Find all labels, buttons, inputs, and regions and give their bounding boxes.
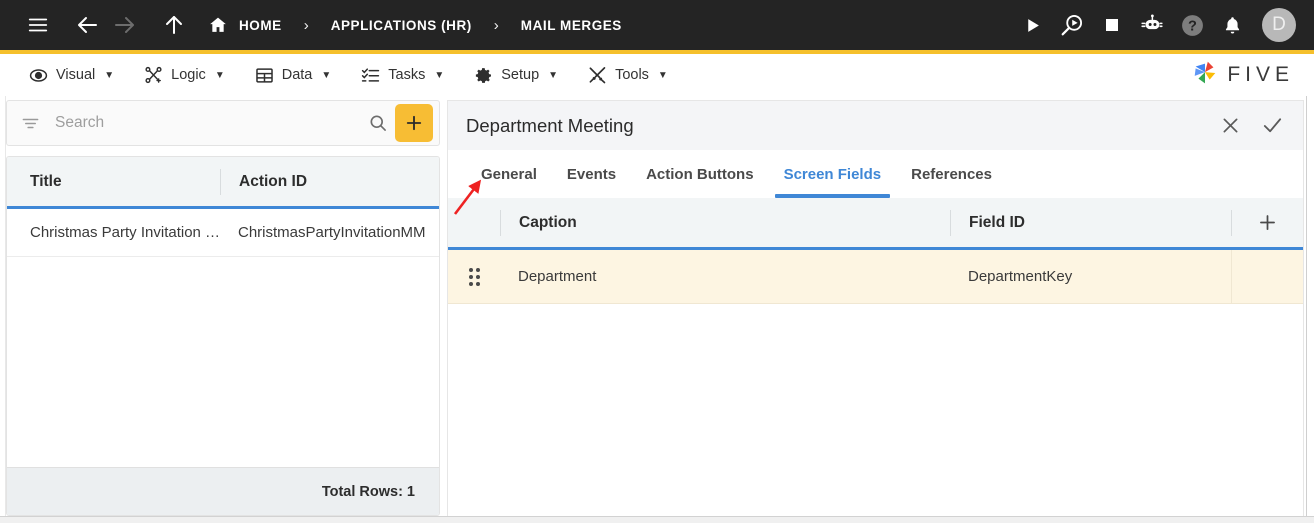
- tab-events[interactable]: Events: [552, 150, 631, 198]
- grid-body: Christmas Party Invitation … ChristmasPa…: [7, 209, 439, 467]
- five-pinwheel-logo: [1190, 58, 1220, 93]
- menu-visual[interactable]: Visual ▼: [14, 54, 129, 96]
- tab-screen-fields-label: Screen Fields: [783, 165, 882, 183]
- gear-icon: [474, 66, 493, 85]
- window-bottom-strip: [0, 516, 1314, 523]
- mail-merges-list-panel: Title Action ID Christmas Party Invitati…: [6, 100, 440, 516]
- data-grid-icon: [255, 66, 274, 85]
- table-row[interactable]: Christmas Party Invitation … ChristmasPa…: [7, 209, 439, 257]
- tools-icon: [588, 66, 607, 85]
- stop-icon[interactable]: [1092, 7, 1132, 43]
- svg-text:?: ?: [1188, 18, 1197, 34]
- top-navigation-bar: HOME › APPLICATIONS (HR) › MAIL MERGES ?…: [0, 0, 1314, 50]
- brand-logo: FIVE: [1190, 58, 1314, 93]
- eye-icon: [29, 66, 48, 85]
- tab-screen-fields[interactable]: Screen Fields: [769, 150, 897, 198]
- chevron-down-icon: ▼: [434, 69, 445, 81]
- screen-fields-body: Department DepartmentKey: [448, 250, 1303, 516]
- top-nav-actions: ? D: [1012, 0, 1314, 50]
- menu-tasks-label: Tasks: [388, 67, 426, 83]
- confirm-check-icon[interactable]: [1255, 109, 1289, 143]
- grid-header-row: Title Action ID: [7, 157, 439, 209]
- menu-data-label: Data: [281, 67, 313, 83]
- drag-handle-icon[interactable]: [448, 267, 500, 286]
- menu-data[interactable]: Data ▼: [240, 54, 347, 96]
- mail-merges-grid: Title Action ID Christmas Party Invitati…: [6, 156, 440, 516]
- cell-title: Christmas Party Invitation …: [30, 224, 220, 241]
- menu-tools-label: Tools: [615, 67, 649, 83]
- arrow-right-icon[interactable]: [106, 7, 142, 43]
- breadcrumb: HOME › APPLICATIONS (HR) › MAIL MERGES: [206, 7, 622, 43]
- detail-panel: Department Meeting General Events Action…: [447, 100, 1304, 517]
- arrow-up-icon[interactable]: [156, 7, 192, 43]
- cell-field-id: DepartmentKey: [968, 268, 1073, 285]
- screen-fields-table: Caption Field ID Department DepartmentKe…: [447, 198, 1304, 517]
- tab-references[interactable]: References: [896, 150, 1007, 198]
- breadcrumb-item-home[interactable]: HOME: [239, 18, 282, 33]
- home-icon[interactable]: [206, 7, 230, 43]
- breadcrumb-separator: ›: [303, 16, 309, 34]
- tab-references-label: References: [911, 165, 992, 183]
- brand-text: FIVE: [1227, 63, 1294, 86]
- chevron-down-icon: ▼: [548, 69, 559, 81]
- chatbot-icon[interactable]: [1132, 7, 1172, 43]
- search-icon[interactable]: [361, 113, 395, 133]
- column-header-action-id[interactable]: Action ID: [220, 168, 439, 195]
- help-icon[interactable]: ?: [1172, 7, 1212, 43]
- table-row[interactable]: Department DepartmentKey: [448, 250, 1303, 304]
- chevron-down-icon: ▼: [214, 69, 225, 81]
- notifications-bell-icon[interactable]: [1212, 7, 1252, 43]
- menu-logic[interactable]: Logic ▼: [129, 54, 240, 96]
- menu-setup-label: Setup: [501, 67, 540, 83]
- menu-setup[interactable]: Setup ▼: [459, 54, 573, 96]
- avatar[interactable]: D: [1262, 8, 1296, 42]
- cell-caption: Department: [518, 268, 597, 285]
- breadcrumb-separator: ›: [493, 16, 499, 34]
- run-icon[interactable]: [1012, 7, 1052, 43]
- menu-visual-label: Visual: [56, 67, 96, 83]
- add-mail-merge-button[interactable]: [395, 104, 433, 142]
- chevron-down-icon: ▼: [657, 69, 668, 81]
- column-header-title[interactable]: Title: [7, 157, 220, 206]
- menu-logic-label: Logic: [171, 67, 206, 83]
- app-window: HOME › APPLICATIONS (HR) › MAIL MERGES ?…: [0, 0, 1314, 523]
- close-icon[interactable]: [1213, 109, 1247, 143]
- right-scrollbar-track[interactable]: [1306, 96, 1314, 523]
- arrow-left-icon[interactable]: [70, 7, 106, 43]
- chevron-down-icon: ▼: [104, 69, 115, 81]
- top-nav-left-group: HOME › APPLICATIONS (HR) › MAIL MERGES: [0, 0, 622, 50]
- search-bar: [6, 100, 440, 146]
- detail-tabs: General Events Action Buttons Screen Fie…: [447, 150, 1304, 198]
- tab-events-label: Events: [566, 165, 617, 183]
- preview-run-icon[interactable]: [1052, 7, 1092, 43]
- column-header-caption[interactable]: Caption: [500, 209, 950, 236]
- filter-icon[interactable]: [21, 114, 41, 133]
- cell-action-id: ChristmasPartyInvitationMM: [238, 224, 426, 241]
- logic-nodes-icon: [144, 66, 163, 85]
- tasks-list-icon: [361, 66, 380, 85]
- menu-tasks[interactable]: Tasks ▼: [346, 54, 459, 96]
- tab-general[interactable]: General: [466, 150, 552, 198]
- menu-tools[interactable]: Tools ▼: [573, 54, 683, 96]
- breadcrumb-item-mail-merges[interactable]: MAIL MERGES: [521, 18, 622, 33]
- hamburger-icon[interactable]: [20, 7, 56, 43]
- detail-header-actions: [1213, 109, 1289, 143]
- chevron-down-icon: ▼: [321, 69, 332, 81]
- application-menu-bar: Visual ▼ Logic ▼ Data ▼ Tasks ▼ Setup ▼ …: [0, 54, 1314, 96]
- search-input[interactable]: [41, 114, 361, 132]
- tab-general-label: General: [481, 165, 537, 183]
- column-header-field-id[interactable]: Field ID: [950, 209, 1231, 236]
- cell-row-actions: [1231, 250, 1303, 303]
- screen-fields-header-row: Caption Field ID: [448, 198, 1303, 250]
- page-title: Department Meeting: [466, 114, 634, 136]
- tab-action-buttons[interactable]: Action Buttons: [631, 150, 768, 198]
- add-screen-field-button[interactable]: [1231, 209, 1303, 236]
- detail-header: Department Meeting: [447, 100, 1304, 150]
- grid-footer-total-rows: Total Rows: 1: [7, 467, 439, 515]
- breadcrumb-item-applications[interactable]: APPLICATIONS (HR): [331, 18, 472, 33]
- tab-action-buttons-label: Action Buttons: [646, 165, 754, 183]
